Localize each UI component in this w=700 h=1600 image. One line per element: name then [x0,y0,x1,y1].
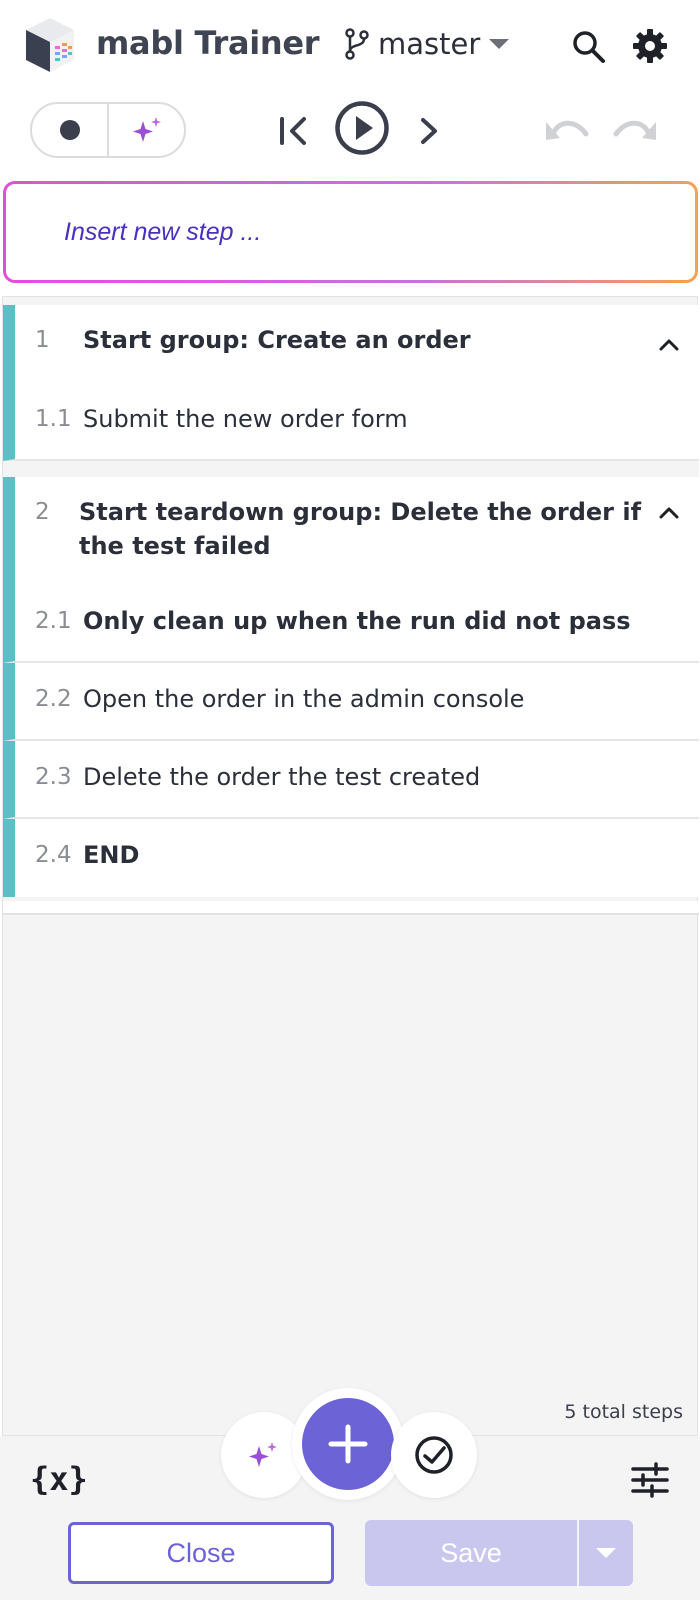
step-row[interactable]: 2.1 Only clean up when the run did not p… [3,585,699,663]
step-number: 2.4 [35,842,72,868]
chevron-down-icon [489,39,510,49]
step-text: Start teardown group: Delete the order i… [79,498,642,560]
chevron-right-icon[interactable] [418,116,440,146]
plus-icon [328,1424,368,1464]
save-button[interactable]: Save [365,1520,577,1586]
save-options-button[interactable] [579,1520,633,1586]
step-text: Delete the order the test created [83,763,481,791]
record-button[interactable] [32,104,107,156]
add-step-button[interactable] [302,1398,394,1490]
step-row[interactable]: 2 Start teardown group: Delete the order… [3,477,699,587]
step-text: Only clean up when the run did not pass [83,607,631,635]
undo-icon[interactable] [544,114,590,144]
header: mabl Trainer master [0,0,700,90]
toolbar [0,90,700,170]
app-title: mabl Trainer [96,24,320,62]
add-assertion-button[interactable] [391,1412,477,1498]
step-text: Open the order in the admin console [83,685,525,713]
step-number: 2.3 [35,764,72,790]
step-row[interactable]: 1 Start group: Create an order [3,305,699,385]
bottom-bar: {x} Close Save [0,1388,700,1600]
sliders-icon[interactable] [630,1462,670,1498]
sparkle-icon [132,117,161,142]
chevron-down-icon [596,1548,616,1558]
step-number: 2 [35,499,50,525]
step-row[interactable]: 2.4 END [3,819,699,897]
sparkle-icon [249,1442,277,1467]
list-end-strip [3,901,699,915]
play-circle-icon[interactable] [334,100,390,156]
close-button[interactable]: Close [68,1522,334,1584]
mabl-logo-icon [26,18,74,72]
total-steps-count: 5 total steps [564,1401,683,1423]
group-divider [3,461,699,477]
variables-button[interactable]: {x} [30,1460,88,1498]
steps-list: 1 Start group: Create an order 1.1 Submi… [2,296,699,1436]
check-circle-icon [415,1436,453,1474]
ai-mode-button[interactable] [107,104,184,156]
step-row[interactable]: 2.3 Delete the order the test created [3,741,699,819]
gear-icon[interactable] [632,28,668,64]
record-dot-icon [59,120,80,140]
step-number: 2.1 [35,608,72,634]
redo-icon[interactable] [612,114,658,144]
step-text: Start group: Create an order [83,326,471,354]
git-branch-icon [345,28,369,60]
chevron-up-icon[interactable] [657,501,681,525]
insert-step-inner [6,184,695,280]
insert-step-box [3,181,698,283]
step-number: 1 [35,327,50,353]
step-number: 2.2 [35,686,72,712]
step-row[interactable]: 2.2 Open the order in the admin console [3,663,699,741]
step-text: Submit the new order form [83,405,408,433]
insert-step-input[interactable] [62,216,636,248]
mode-toggle [30,102,186,158]
search-icon[interactable] [572,30,606,64]
step-text: END [83,841,140,869]
branch-label: master [378,27,481,61]
skip-to-start-icon[interactable] [278,114,310,148]
chevron-up-icon[interactable] [657,333,681,357]
branch-selector[interactable]: master [344,24,510,64]
step-row[interactable]: 1.1 Submit the new order form [3,383,699,461]
step-number: 1.1 [35,406,72,432]
